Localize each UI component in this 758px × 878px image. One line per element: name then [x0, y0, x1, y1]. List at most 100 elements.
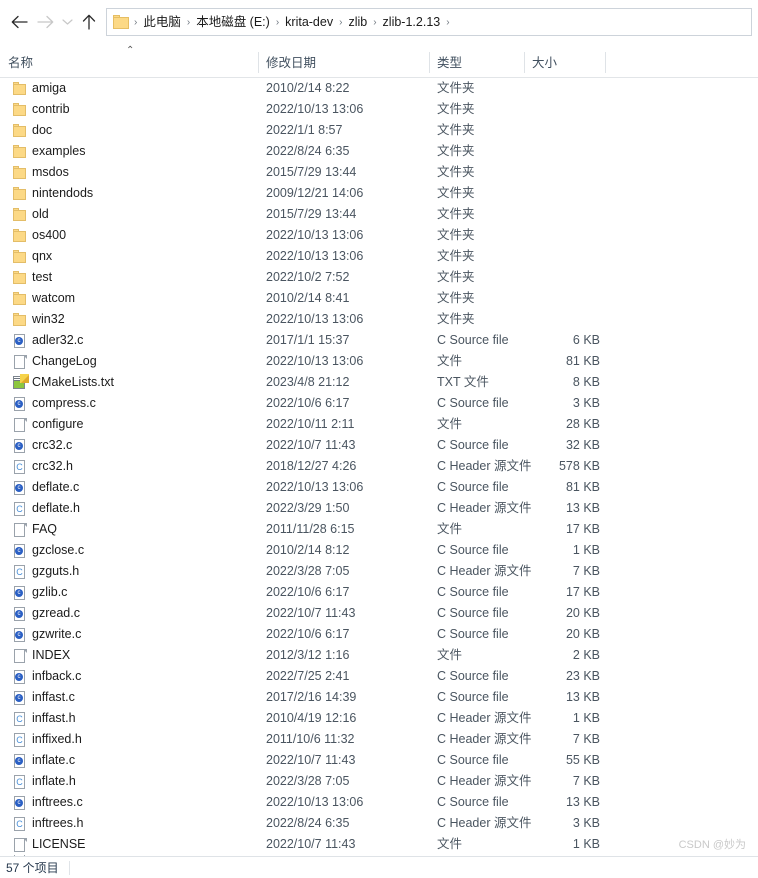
file-name: deflate.c — [32, 480, 80, 494]
breadcrumb-item-krita-dev[interactable]: krita-dev — [281, 12, 337, 32]
navigation-bar: › 此电脑 › 本地磁盘 (E:) › krita-dev › zlib › z… — [0, 0, 758, 44]
column-header-row: ⌃ 名称 修改日期 类型 大小 — [0, 44, 758, 78]
file-row[interactable]: win32 2022/10/13 13:06 文件夹 — [0, 309, 758, 330]
file-type: C Source file — [437, 438, 509, 452]
file-type: C Source file — [437, 690, 509, 704]
back-button[interactable] — [6, 7, 32, 37]
file-row[interactable]: INDEX 2012/3/12 1:16 文件 2 KB — [0, 645, 758, 666]
folder-icon — [12, 312, 28, 328]
breadcrumb-separator: › — [275, 16, 280, 28]
file-row[interactable]: c inflate.c 2022/10/7 11:43 C Source file 55… — [0, 750, 758, 771]
file-row[interactable]: nintendods 2009/12/21 14:06 文件夹 — [0, 183, 758, 204]
file-row[interactable]: c crc32.c 2022/10/7 11:43 C Source file 32 K… — [0, 435, 758, 456]
file-row[interactable]: c inffast.c 2017/2/16 14:39 C Source file 13… — [0, 687, 758, 708]
file-type: 文件夹 — [437, 144, 475, 158]
file-row[interactable]: configure 2022/10/11 2:11 文件 28 KB — [0, 414, 758, 435]
file-row[interactable]: c gzread.c 2022/10/7 11:43 C Source file 20 … — [0, 603, 758, 624]
breadcrumb-item-zlib-1-2-13[interactable]: zlib-1.2.13 — [379, 12, 445, 32]
file-name: inftrees.h — [32, 816, 84, 830]
file-size: 55 KB — [565, 753, 600, 767]
file-size: 7 KB — [572, 774, 600, 788]
file-row[interactable]: c gzlib.c 2022/10/6 6:17 C Source file 17 KB — [0, 582, 758, 603]
file-row[interactable]: contrib 2022/10/13 13:06 文件夹 — [0, 99, 758, 120]
file-size: 81 KB — [565, 354, 600, 368]
file-size: 20 KB — [565, 627, 600, 641]
file-name: watcom — [32, 291, 76, 305]
file-name: inflate.c — [32, 753, 76, 767]
file-name: gzread.c — [32, 606, 80, 620]
file-type: 文件夹 — [437, 228, 475, 242]
file-date-modified: 2022/10/7 11:43 — [266, 837, 356, 851]
file-row[interactable]: amiga 2010/2/14 8:22 文件夹 — [0, 78, 758, 99]
file-row[interactable]: c inftrees.c 2022/10/13 13:06 C Source file… — [0, 792, 758, 813]
file-name: gzclose.c — [32, 543, 85, 557]
file-size: 2 KB — [572, 648, 600, 662]
file-row[interactable]: LICENSE 2022/10/7 11:43 文件 1 KB — [0, 834, 758, 855]
c-header-file-icon: C — [12, 711, 28, 727]
folder-icon — [113, 14, 130, 30]
file-row[interactable]: c compress.c 2022/10/6 6:17 C Source file 3 … — [0, 393, 758, 414]
file-row[interactable]: Cgzguts.h 2022/3/28 7:05 C Header 源文件 7 KB — [0, 561, 758, 582]
file-date-modified: 2022/1/1 8:57 — [266, 123, 343, 137]
file-name: inffast.h — [32, 711, 76, 725]
c-source-file-icon: c — [12, 585, 28, 601]
address-bar[interactable]: › 此电脑 › 本地磁盘 (E:) › krita-dev › zlib › z… — [106, 8, 752, 36]
file-date-modified: 2012/3/12 1:16 — [266, 648, 350, 662]
column-header-date-modified[interactable]: 修改日期 — [266, 52, 316, 71]
recent-locations-button[interactable] — [58, 7, 76, 37]
column-divider[interactable] — [605, 52, 606, 73]
column-divider[interactable] — [258, 52, 259, 73]
folder-icon — [12, 207, 28, 223]
file-row[interactable]: doc 2022/1/1 8:57 文件夹 — [0, 120, 758, 141]
file-row[interactable]: Ccrc32.h 2018/12/27 4:26 C Header 源文件 578 K… — [0, 456, 758, 477]
file-type: 文件 — [437, 522, 463, 536]
file-row[interactable]: Cinffixed.h 2011/10/6 11:32 C Header 源文件 7 … — [0, 729, 758, 750]
file-date-modified: 2017/1/1 15:37 — [266, 333, 350, 347]
breadcrumb-item-zlib[interactable]: zlib — [344, 12, 371, 32]
file-row[interactable]: c deflate.c 2022/10/13 13:06 C Source file 8… — [0, 477, 758, 498]
file-date-modified: 2022/3/29 1:50 — [266, 501, 350, 515]
up-button[interactable] — [76, 7, 102, 37]
forward-button[interactable] — [32, 7, 58, 37]
file-row[interactable]: Cinffast.h 2010/4/19 12:16 C Header 源文件 1 K… — [0, 708, 758, 729]
generic-file-icon — [12, 417, 28, 433]
file-date-modified: 2022/10/11 2:11 — [266, 417, 355, 431]
file-row[interactable]: c gzwrite.c 2022/10/6 6:17 C Source file 20 … — [0, 624, 758, 645]
file-row[interactable]: Cdeflate.h 2022/3/29 1:50 C Header 源文件 13 K… — [0, 498, 758, 519]
column-header-name[interactable]: 名称 — [8, 52, 33, 71]
file-name: crc32.h — [32, 459, 73, 473]
file-date-modified: 2022/10/6 6:17 — [266, 627, 350, 641]
file-row[interactable]: watcom 2010/2/14 8:41 文件夹 — [0, 288, 758, 309]
breadcrumb-item-this-pc[interactable]: 此电脑 — [139, 12, 185, 32]
file-row[interactable]: old 2015/7/29 13:44 文件夹 — [0, 204, 758, 225]
file-date-modified: 2023/4/8 21:12 — [266, 375, 350, 389]
file-row[interactable]: msdos 2015/7/29 13:44 文件夹 — [0, 162, 758, 183]
file-size: 28 KB — [565, 417, 600, 431]
file-row[interactable]: os400 2022/10/13 13:06 文件夹 — [0, 225, 758, 246]
file-row[interactable]: test 2022/10/2 7:52 文件夹 — [0, 267, 758, 288]
column-header-type[interactable]: 类型 — [437, 52, 462, 71]
file-row[interactable]: ChangeLog 2022/10/13 13:06 文件 81 KB — [0, 351, 758, 372]
file-row[interactable]: Cinftrees.h 2022/8/24 6:35 C Header 源文件 3 K… — [0, 813, 758, 834]
file-row[interactable]: c infback.c 2022/7/25 2:41 C Source file 23 … — [0, 666, 758, 687]
breadcrumb-item-local-disk[interactable]: 本地磁盘 (E:) — [192, 12, 274, 32]
file-date-modified: 2022/10/7 11:43 — [266, 753, 356, 767]
file-row[interactable]: CMakeLists.txt 2023/4/8 21:12 TXT 文件 8 KB — [0, 372, 758, 393]
file-row[interactable]: examples 2022/8/24 6:35 文件夹 — [0, 141, 758, 162]
file-name: configure — [32, 417, 84, 431]
file-date-modified: 2022/8/24 6:35 — [266, 816, 350, 830]
c-source-file-icon: c — [12, 669, 28, 685]
file-date-modified: 2022/10/6 6:17 — [266, 396, 350, 410]
column-divider[interactable] — [524, 52, 525, 73]
file-date-modified: 2022/3/28 7:05 — [266, 564, 350, 578]
file-date-modified: 2011/10/6 11:32 — [266, 732, 355, 746]
file-row[interactable]: FAQ 2011/11/28 6:15 文件 17 KB — [0, 519, 758, 540]
file-row[interactable]: c adler32.c 2017/1/1 15:37 C Source file 6 K… — [0, 330, 758, 351]
file-row[interactable]: Cinflate.h 2022/3/28 7:05 C Header 源文件 7 KB — [0, 771, 758, 792]
column-header-size[interactable]: 大小 — [532, 52, 557, 71]
file-row[interactable]: c gzclose.c 2010/2/14 8:12 C Source file 1 K… — [0, 540, 758, 561]
file-row[interactable]: qnx 2022/10/13 13:06 文件夹 — [0, 246, 758, 267]
column-divider[interactable] — [429, 52, 430, 73]
file-date-modified: 2022/7/25 2:41 — [266, 669, 350, 683]
breadcrumb-separator: › — [186, 16, 191, 28]
